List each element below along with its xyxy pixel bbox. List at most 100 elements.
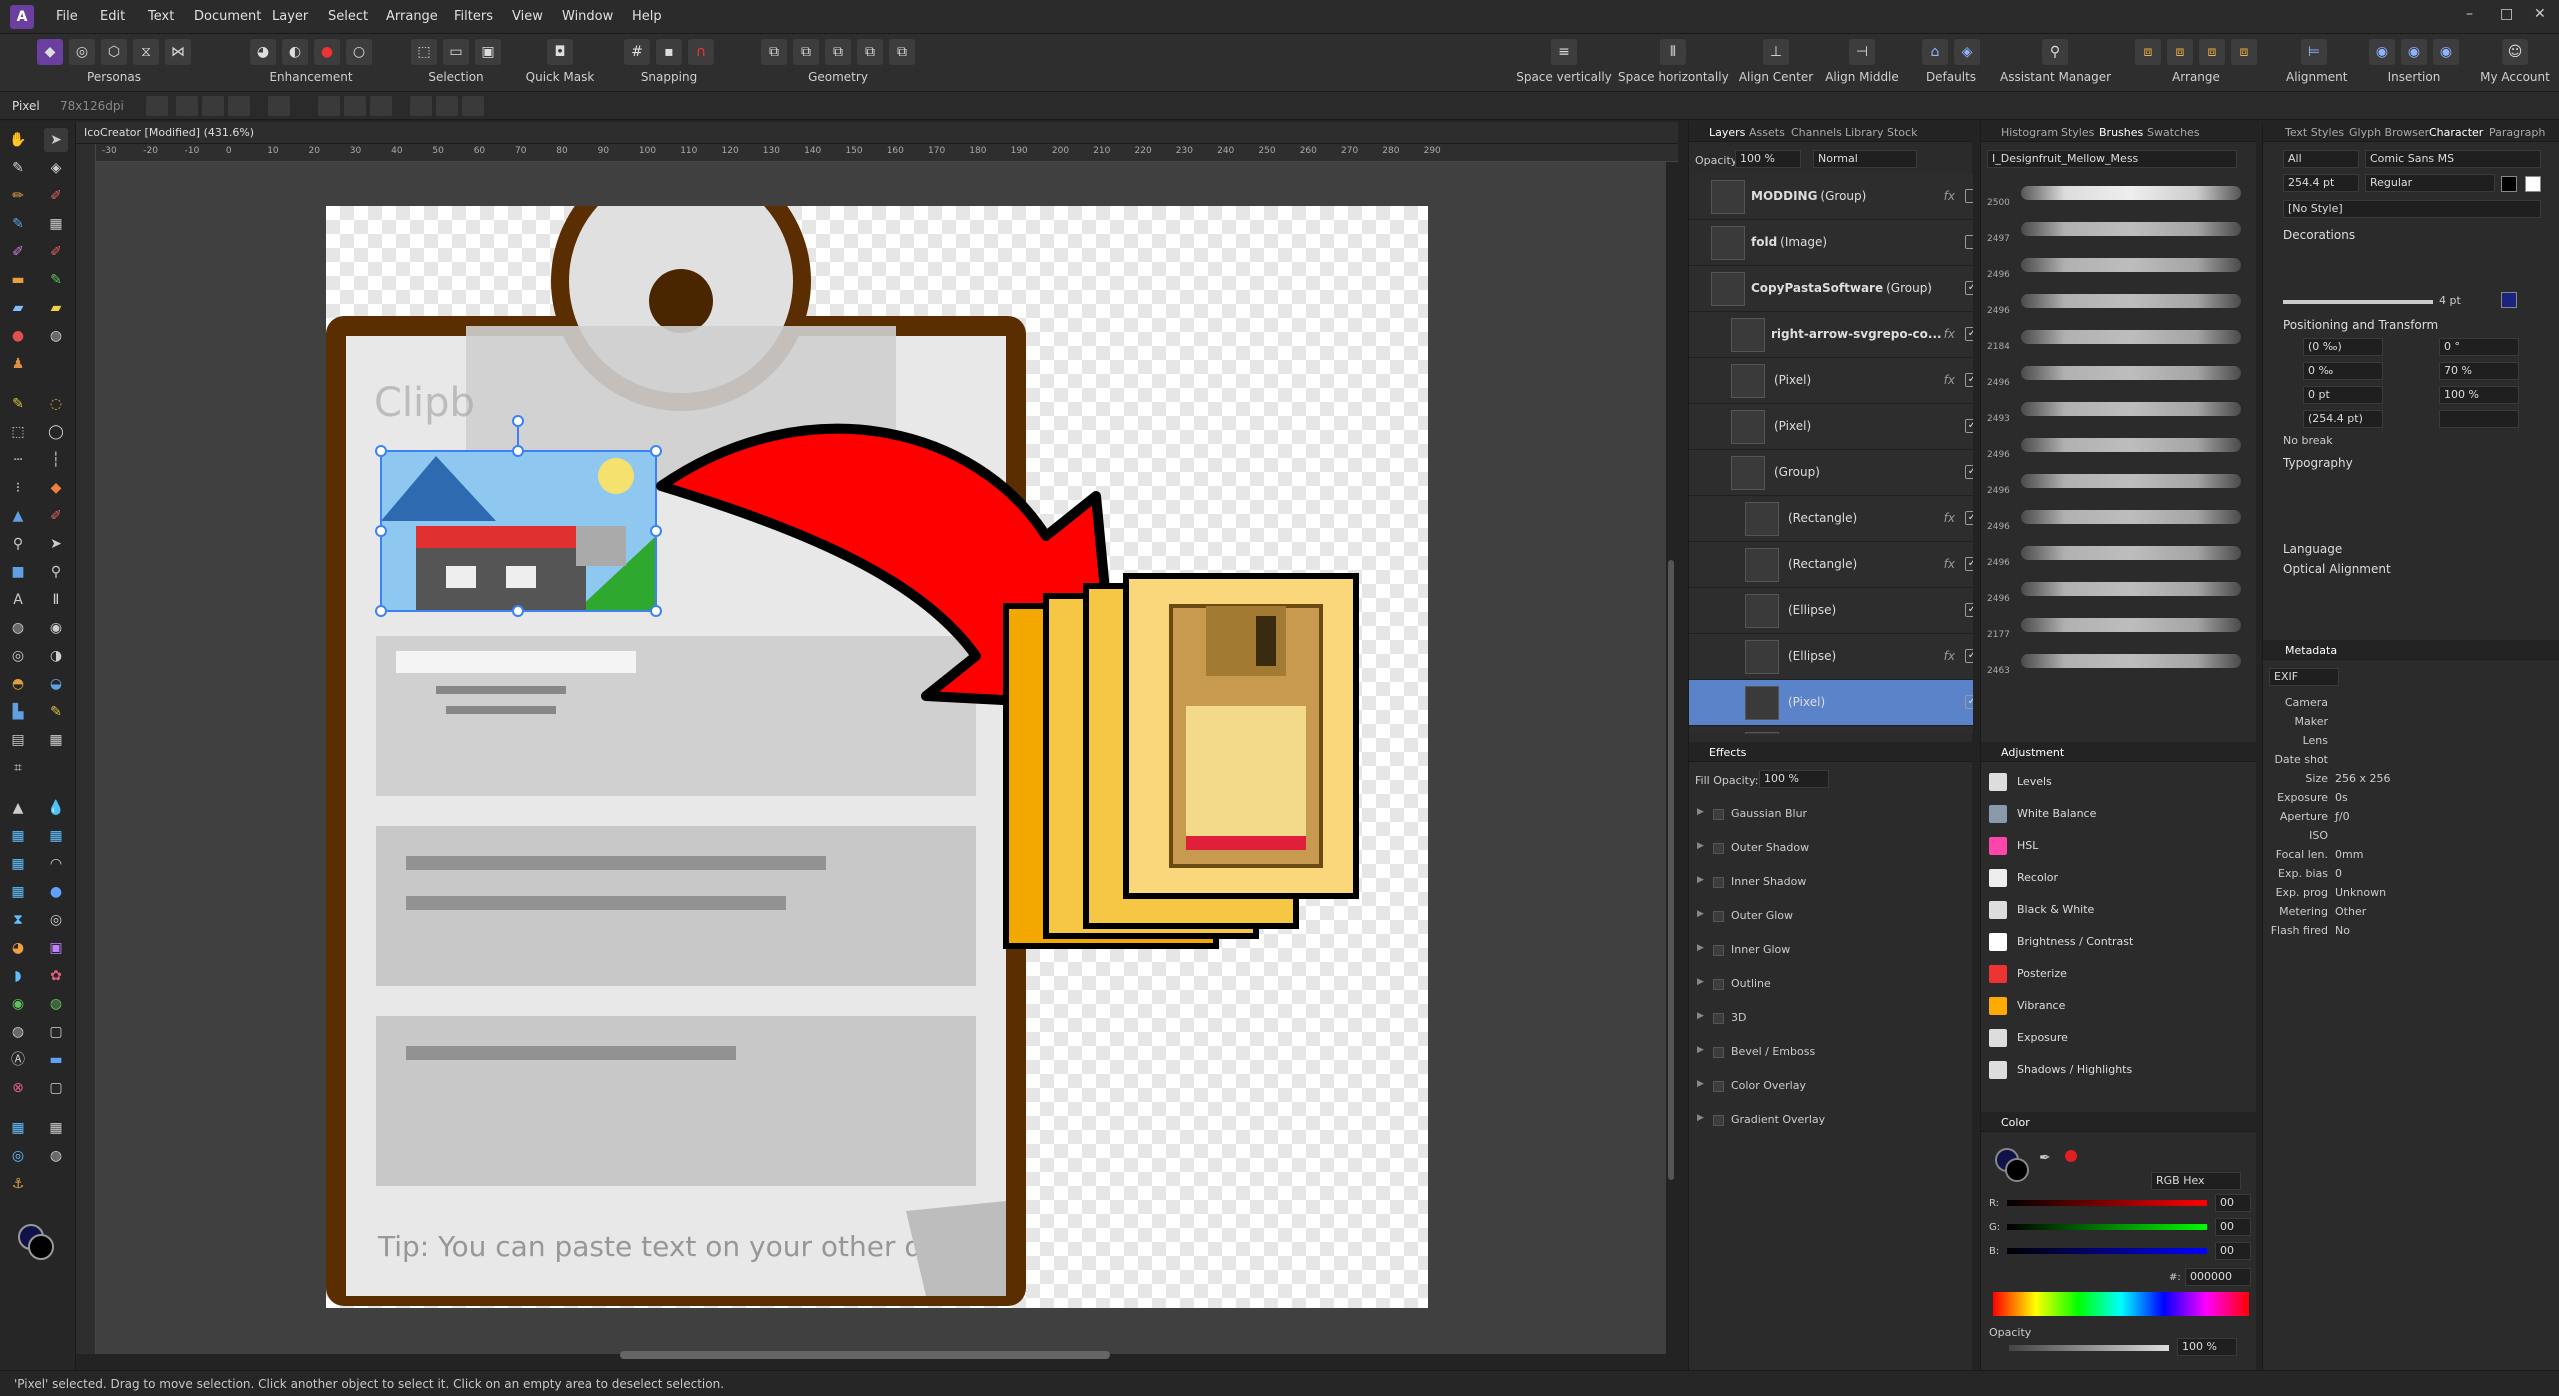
layer-row[interactable]: fold (Image) bbox=[1689, 220, 1973, 266]
text-fill-swatch[interactable] bbox=[2501, 176, 2517, 192]
decoration-color-swatch[interactable] bbox=[2501, 292, 2517, 308]
effect-checkbox[interactable] bbox=[1713, 979, 1724, 990]
selection-brush-icon[interactable]: ✎ bbox=[6, 392, 30, 416]
font-weight-select[interactable]: Regular bbox=[2365, 174, 2495, 192]
brush-preview[interactable] bbox=[2021, 330, 2241, 344]
layer-visibility-checkbox[interactable]: ✓ bbox=[1965, 603, 1973, 617]
expand-arrow-icon[interactable]: ▶ bbox=[1697, 1011, 1704, 1021]
rect-marquee-icon[interactable]: ⬚ bbox=[6, 420, 30, 444]
effect-checkbox[interactable] bbox=[1713, 911, 1724, 922]
color-indicator-icon[interactable] bbox=[2065, 1150, 2077, 1162]
brush-preview[interactable] bbox=[2021, 618, 2241, 632]
anchor-icon[interactable]: ⚓ bbox=[6, 1172, 30, 1196]
mesh-warp-icon[interactable]: ▦ bbox=[44, 728, 68, 752]
vertical-scale-field[interactable]: 70 % bbox=[2439, 362, 2519, 380]
eyedropper-icon[interactable]: ✒ bbox=[2039, 1150, 2051, 1166]
clone-tool-icon[interactable]: ♟ bbox=[6, 352, 30, 376]
pen-tool-icon[interactable]: ✎ bbox=[6, 156, 30, 180]
brush-preview[interactable] bbox=[2021, 474, 2241, 488]
layer-visibility-checkbox[interactable]: ✓ bbox=[1965, 419, 1973, 433]
move-back-icon[interactable]: ⧈ bbox=[2167, 39, 2193, 65]
adjustment-item[interactable]: Exposure bbox=[1981, 1022, 2251, 1054]
tab-adjustment[interactable]: Adjustment bbox=[2001, 746, 2064, 759]
expand-arrow-icon[interactable]: ▶ bbox=[1697, 943, 1704, 953]
adjustment-item[interactable]: White Balance bbox=[1981, 798, 2251, 830]
callout-icon[interactable]: ▣ bbox=[44, 936, 68, 960]
contrast-icon[interactable]: ◐ bbox=[282, 39, 308, 65]
tab-glyph-browser[interactable]: Glyph Browser bbox=[2349, 126, 2429, 139]
star-shape-icon[interactable]: ● bbox=[44, 880, 68, 904]
smudge-tool-icon[interactable]: ◍ bbox=[44, 324, 68, 348]
geometry-xor-icon[interactable]: ⧉ bbox=[857, 39, 883, 65]
brush-preview[interactable] bbox=[2021, 582, 2241, 596]
space-vertically-icon[interactable]: ≡ bbox=[1551, 39, 1577, 65]
effect-checkbox[interactable] bbox=[1713, 877, 1724, 888]
brush-preview[interactable] bbox=[2021, 510, 2241, 524]
kerning-field[interactable]: (0 ‰) bbox=[2303, 338, 2383, 356]
minimize-button[interactable]: – bbox=[2466, 6, 2473, 22]
toolbar-label-assistant-manager[interactable]: Assistant Manager bbox=[2000, 70, 2111, 84]
deselect-icon[interactable]: ▭ bbox=[443, 39, 469, 65]
layer-visibility-checkbox[interactable]: ✓ bbox=[1965, 649, 1973, 663]
document-tab[interactable]: IcoCreator [Modified] (431.6%) bbox=[76, 122, 1678, 144]
move-forward-icon[interactable]: ⧈ bbox=[2199, 39, 2225, 65]
text-tool-icon[interactable]: A bbox=[6, 588, 30, 612]
gradient-tool-icon[interactable]: ▲ bbox=[6, 504, 30, 528]
brush-preview[interactable] bbox=[2021, 402, 2241, 416]
expand-arrow-icon[interactable]: ▶ bbox=[1697, 807, 1704, 817]
tear-shape-icon[interactable]: ◉ bbox=[6, 992, 30, 1016]
language-section[interactable]: Language bbox=[2283, 542, 2342, 556]
vertical-scrollbar[interactable] bbox=[1668, 560, 1674, 1180]
sharpen-tool-icon[interactable]: ◑ bbox=[44, 644, 68, 668]
layer-row[interactable]: (Group) ✓ bbox=[1689, 450, 1973, 496]
insert-behind-icon[interactable]: ◉ bbox=[2369, 39, 2395, 65]
canvas-area[interactable]: Clipb Tip: You can paste text on your ot… bbox=[96, 162, 1666, 1354]
close-button[interactable]: ✕ bbox=[2534, 6, 2546, 22]
layer-row[interactable]: (Pixel) ✓ bbox=[1689, 680, 1973, 726]
hand-tool-icon[interactable]: ✋ bbox=[6, 128, 30, 152]
hex-field[interactable]: 000000 bbox=[2185, 1268, 2251, 1286]
effect-row[interactable]: ▶ Bevel / Emboss bbox=[1689, 1036, 1979, 1070]
layer-row[interactable]: (Pixel) ✓ bbox=[1689, 404, 1973, 450]
adjustment-item[interactable]: Posterize bbox=[1981, 958, 2251, 990]
brush-preview[interactable] bbox=[2021, 258, 2241, 272]
tab-stock[interactable]: Stock bbox=[1887, 126, 1917, 139]
horizontal-scrollbar[interactable] bbox=[620, 1351, 1110, 1359]
insert-inside-icon[interactable]: ◉ bbox=[2433, 39, 2459, 65]
eraser-brush-icon[interactable]: ✐ bbox=[44, 240, 68, 264]
rounded-rect-icon[interactable]: ▦ bbox=[44, 824, 68, 848]
effect-row[interactable]: ▶ Outline bbox=[1689, 968, 1979, 1002]
row-marquee-icon[interactable]: ┄ bbox=[6, 448, 30, 472]
move-tool-icon[interactable]: ➤ bbox=[44, 128, 68, 152]
pixel-tool-icon[interactable]: ▦ bbox=[44, 212, 68, 236]
toolbar-label-align-center[interactable]: Align Center bbox=[1734, 70, 1818, 84]
tab-channels[interactable]: Channels bbox=[1791, 126, 1842, 139]
brush-tool-icon[interactable]: ✐ bbox=[44, 184, 68, 208]
expand-arrow-icon[interactable]: ▶ bbox=[1697, 841, 1704, 851]
tab-styles[interactable]: Styles bbox=[2061, 126, 2094, 139]
layer-row[interactable]: right-arrow-svgrepo-co... fx ✓ bbox=[1689, 312, 1973, 358]
tab-text-styles[interactable]: Text Styles bbox=[2285, 126, 2344, 139]
freehand-select-icon[interactable]: ◌ bbox=[44, 392, 68, 416]
zoom-glass-icon[interactable]: ⚲ bbox=[44, 560, 68, 584]
view-icon[interactable]: ◎ bbox=[6, 1144, 30, 1168]
dodge-tool-icon[interactable]: ◍ bbox=[6, 616, 30, 640]
layer-visibility-checkbox[interactable]: ✓ bbox=[1965, 465, 1973, 479]
arrow-shape-icon[interactable]: ▬ bbox=[44, 1048, 68, 1072]
pencil-tool-icon[interactable]: ✏ bbox=[6, 184, 30, 208]
vertical-ruler[interactable] bbox=[76, 144, 96, 1354]
layer-opacity-field[interactable]: 100 % bbox=[1735, 150, 1801, 168]
selected-pixel-image[interactable] bbox=[381, 451, 656, 611]
align-bottom-icon[interactable] bbox=[462, 96, 484, 116]
brush-erase-icon[interactable]: ✎ bbox=[44, 268, 68, 292]
metadata-type-select[interactable]: EXIF bbox=[2269, 668, 2339, 686]
horizontal-ruler[interactable]: -30 -20 -10 0 10 20 30 40 50 60 70 80 90 100 110 120 130… bbox=[96, 144, 1678, 162]
transform-scale-icon[interactable] bbox=[202, 96, 224, 116]
align-top-icon[interactable] bbox=[410, 96, 432, 116]
expand-arrow-icon[interactable]: ▶ bbox=[1697, 1079, 1704, 1089]
geometry-subtract-icon[interactable]: ⧉ bbox=[793, 39, 819, 65]
place-image-icon[interactable]: ◍ bbox=[44, 1144, 68, 1168]
font-family-select[interactable]: Comic Sans MS bbox=[2365, 150, 2541, 168]
brush-preview[interactable] bbox=[2021, 186, 2241, 200]
effect-checkbox[interactable] bbox=[1713, 843, 1724, 854]
